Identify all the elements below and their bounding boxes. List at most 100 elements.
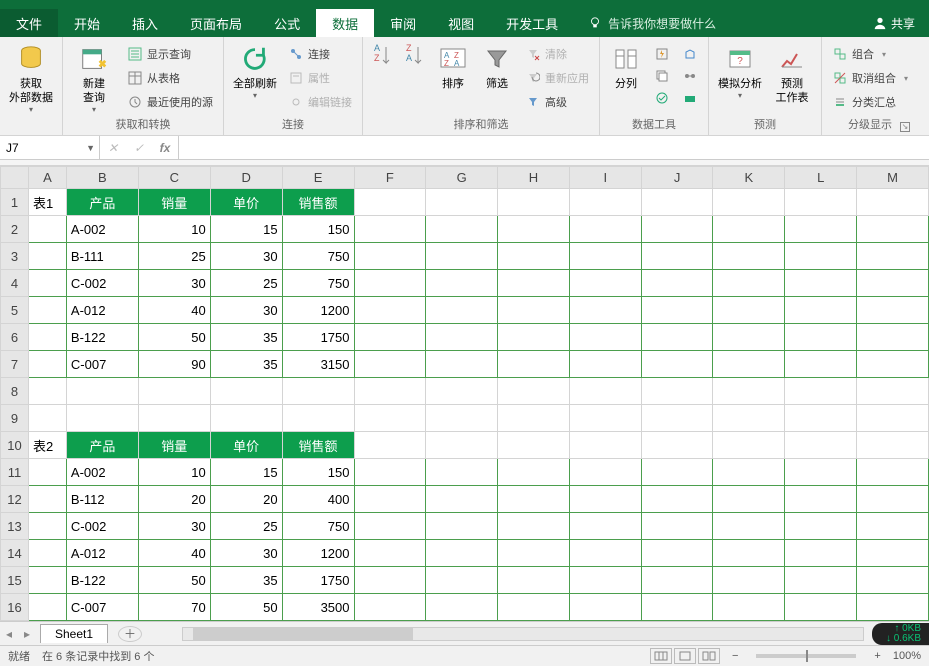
col-header[interactable]: H xyxy=(498,167,570,189)
cell[interactable]: C-002 xyxy=(66,513,138,540)
row-header[interactable]: 3 xyxy=(1,243,29,270)
name-box[interactable]: J7 ▼ xyxy=(0,136,100,159)
view-switcher[interactable] xyxy=(650,648,720,664)
row-header[interactable]: 11 xyxy=(1,459,29,486)
cell[interactable]: 表1 xyxy=(28,189,66,216)
cell[interactable]: B-111 xyxy=(66,243,138,270)
add-sheet-button[interactable]: ＋ xyxy=(118,626,142,642)
text-to-columns-button[interactable]: 分列 xyxy=(606,41,646,91)
zoom-slider[interactable] xyxy=(756,654,856,658)
column-headers[interactable]: A B C D E F G H I J K L M xyxy=(1,167,929,189)
col-header[interactable]: G xyxy=(426,167,498,189)
manage-data-model-button[interactable] xyxy=(678,87,702,109)
group-rows-button[interactable]: 组合▾ xyxy=(828,43,912,65)
cell[interactable]: 400 xyxy=(282,486,354,513)
sheet-nav-last[interactable]: ▸ xyxy=(18,627,36,641)
row-header[interactable]: 9 xyxy=(1,405,29,432)
advanced-filter-button[interactable]: 高级 xyxy=(521,91,593,113)
cell[interactable]: 25 xyxy=(210,270,282,297)
cell[interactable]: 3150 xyxy=(282,351,354,378)
cell[interactable]: B-122 xyxy=(66,324,138,351)
cell[interactable]: 25 xyxy=(138,243,210,270)
cell[interactable]: 销量 xyxy=(138,432,210,459)
remove-duplicates-button[interactable] xyxy=(650,65,674,87)
cell[interactable]: 1200 xyxy=(282,540,354,567)
cell[interactable]: B-112 xyxy=(66,486,138,513)
share-button[interactable]: 共享 xyxy=(859,9,929,37)
cell[interactable]: 25 xyxy=(210,513,282,540)
cell[interactable]: 20 xyxy=(210,486,282,513)
tab-page-layout[interactable]: 页面布局 xyxy=(174,9,258,37)
select-all-corner[interactable] xyxy=(1,167,29,189)
clear-filter-button[interactable]: 清除 xyxy=(521,43,593,65)
cell[interactable]: 40 xyxy=(138,297,210,324)
col-header[interactable]: M xyxy=(857,167,929,189)
col-header[interactable]: F xyxy=(354,167,426,189)
row-header[interactable]: 16 xyxy=(1,594,29,621)
row-header[interactable]: 6 xyxy=(1,324,29,351)
cell[interactable]: 10 xyxy=(138,459,210,486)
tab-review[interactable]: 审阅 xyxy=(374,9,432,37)
cell[interactable]: A-012 xyxy=(66,540,138,567)
sort-az-button[interactable]: AZ xyxy=(369,41,397,71)
get-external-data-button[interactable]: 获取 外部数据 ▾ xyxy=(6,41,56,114)
relationships-button[interactable] xyxy=(678,65,702,87)
cell[interactable]: 30 xyxy=(210,243,282,270)
whatif-button[interactable]: ? 模拟分析 ▾ xyxy=(715,41,765,100)
cell[interactable]: 15 xyxy=(210,216,282,243)
subtotal-button[interactable]: 分类汇总 xyxy=(828,91,912,113)
col-header[interactable]: D xyxy=(210,167,282,189)
row-header[interactable]: 12 xyxy=(1,486,29,513)
zoom-in-button[interactable]: + xyxy=(874,650,880,662)
cell[interactable]: 销售额 xyxy=(282,432,354,459)
row-header[interactable]: 5 xyxy=(1,297,29,324)
worksheet-grid[interactable]: A B C D E F G H I J K L M 1表1产品销量单价销售额2A… xyxy=(0,166,929,621)
cell[interactable]: 35 xyxy=(210,324,282,351)
tab-developer[interactable]: 开发工具 xyxy=(490,9,574,37)
cell[interactable]: 销量 xyxy=(138,189,210,216)
sheet-tab[interactable]: Sheet1 xyxy=(40,624,108,643)
cell[interactable]: A-002 xyxy=(66,459,138,486)
cell[interactable]: 30 xyxy=(210,540,282,567)
cell[interactable]: 单价 xyxy=(210,189,282,216)
cell[interactable]: 150 xyxy=(282,459,354,486)
cell[interactable]: 50 xyxy=(138,567,210,594)
cell[interactable]: 90 xyxy=(138,351,210,378)
col-header[interactable]: I xyxy=(569,167,641,189)
chevron-down-icon[interactable]: ▼ xyxy=(82,143,99,153)
cell[interactable]: 35 xyxy=(210,567,282,594)
cell[interactable]: 30 xyxy=(138,513,210,540)
recent-sources-button[interactable]: 最近使用的源 xyxy=(123,91,217,113)
sort-za-button[interactable]: ZA xyxy=(401,41,429,71)
zoom-out-button[interactable]: − xyxy=(732,650,738,662)
tell-me[interactable]: 告诉我你想要做什么 xyxy=(574,9,716,37)
row-header[interactable]: 2 xyxy=(1,216,29,243)
insert-function-button[interactable]: fx xyxy=(152,141,178,155)
formula-input[interactable] xyxy=(179,136,929,159)
horizontal-scrollbar[interactable] xyxy=(182,627,864,641)
row-header[interactable]: 13 xyxy=(1,513,29,540)
forecast-sheet-button[interactable]: 预测 工作表 xyxy=(769,41,815,105)
col-header[interactable]: J xyxy=(641,167,713,189)
cell[interactable]: 150 xyxy=(282,216,354,243)
row-header[interactable]: 14 xyxy=(1,540,29,567)
zoom-level[interactable]: 100% xyxy=(893,650,921,662)
row-header[interactable]: 17 xyxy=(1,621,29,622)
data-validation-button[interactable] xyxy=(650,87,674,109)
cell[interactable]: 15 xyxy=(210,459,282,486)
tab-view[interactable]: 视图 xyxy=(432,9,490,37)
sort-button[interactable]: AZZA 排序 xyxy=(433,41,473,91)
show-queries-button[interactable]: 显示查询 xyxy=(123,43,217,65)
cell[interactable]: 产品 xyxy=(66,432,138,459)
filter-button[interactable]: 筛选 xyxy=(477,41,517,91)
row-header[interactable]: 1 xyxy=(1,189,29,216)
cell[interactable]: A-002 xyxy=(66,216,138,243)
ungroup-button[interactable]: 取消组合▾ xyxy=(828,67,912,89)
tab-formulas[interactable]: 公式 xyxy=(258,9,316,37)
row-header[interactable]: 8 xyxy=(1,378,29,405)
cell[interactable]: C-007 xyxy=(66,351,138,378)
row-header[interactable]: 7 xyxy=(1,351,29,378)
row-header[interactable]: 4 xyxy=(1,270,29,297)
col-header[interactable]: L xyxy=(785,167,857,189)
row-header[interactable]: 10 xyxy=(1,432,29,459)
